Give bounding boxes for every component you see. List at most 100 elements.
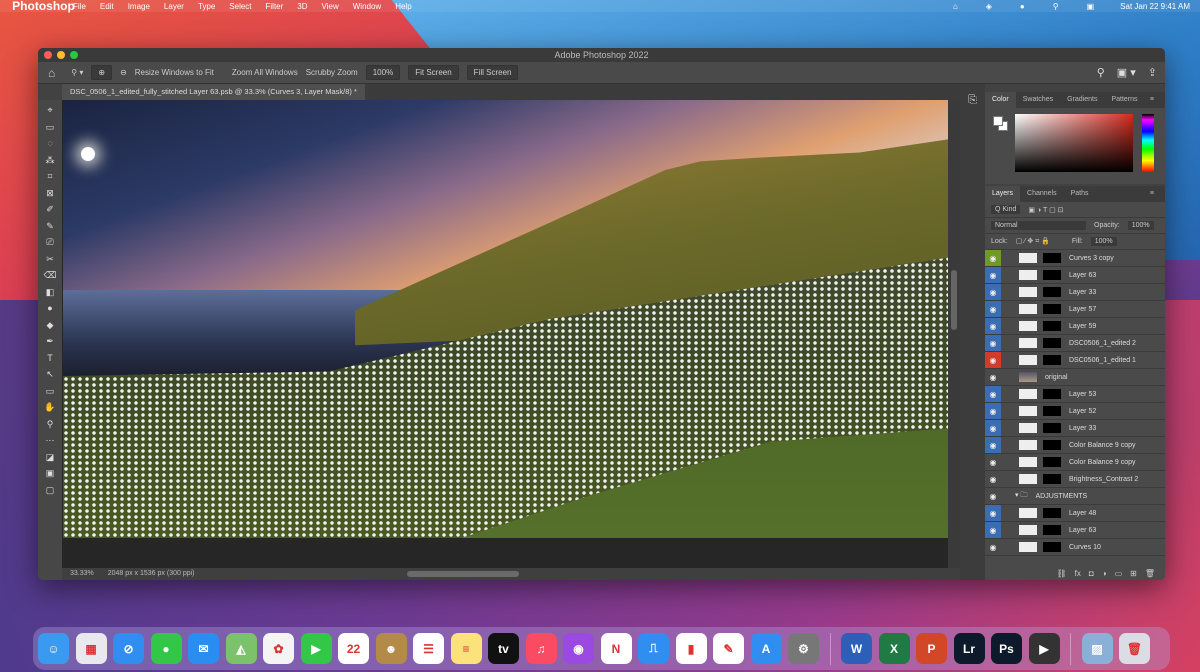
canvas-area[interactable] (62, 100, 948, 568)
zoom-tool-preset[interactable]: ⚲ ▾ (71, 68, 83, 77)
tool-icon[interactable]: ◪ (46, 451, 55, 464)
tool-icon[interactable]: ✒ (46, 335, 54, 348)
dock-messages[interactable]: ● (150, 633, 182, 664)
filter-kind-select[interactable]: Q Kind (991, 205, 1021, 214)
tool-icon[interactable]: ◆ (47, 319, 54, 332)
visibility-eye-icon[interactable]: ◉ (985, 522, 1001, 538)
tool-icon[interactable]: ⌖ (47, 104, 52, 117)
dock-lightroom[interactable]: Lr (953, 633, 985, 664)
tool-icon[interactable]: ⎚ (46, 236, 53, 249)
menu-layer[interactable]: Layer (164, 2, 184, 11)
tool-icon[interactable]: ⌫ (44, 269, 57, 282)
tool-icon[interactable]: ✐ (46, 203, 54, 216)
layer-name[interactable]: Layer 63 (1069, 272, 1096, 279)
tool-icon[interactable]: ● (47, 302, 52, 315)
visibility-eye-icon[interactable]: ◉ (985, 267, 1001, 283)
layer-action-icon[interactable]: ⛓ (1057, 569, 1067, 578)
history-panel-icon[interactable]: ⎘ (960, 84, 985, 580)
visibility-eye-icon[interactable]: ◉ (985, 352, 1001, 368)
layer-row[interactable]: ◉ Color Balance 9 copy (985, 437, 1165, 454)
visibility-eye-icon[interactable]: ◉ (985, 369, 1001, 385)
zoom-button[interactable] (70, 51, 78, 59)
layer-row[interactable]: ◉ Layer 52 (985, 403, 1165, 420)
zoom-in-icon[interactable]: ⊕ (91, 65, 113, 80)
scrubby-zoom-checkbox[interactable]: Scrubby Zoom (306, 68, 358, 77)
dock-numbers[interactable]: ▮ (675, 633, 707, 664)
visibility-eye-icon[interactable]: ◉ (985, 454, 1001, 470)
layer-action-icon[interactable]: ◑ (1102, 569, 1107, 578)
panel-menu-icon[interactable]: ≡ (1143, 186, 1161, 202)
layer-name[interactable]: Layer 52 (1069, 408, 1096, 415)
tab-paths[interactable]: Paths (1064, 186, 1096, 202)
hue-slider[interactable] (1142, 114, 1154, 172)
visibility-eye-icon[interactable]: ◉ (985, 250, 1001, 266)
status-icon[interactable]: ⌂ (953, 2, 958, 11)
visibility-eye-icon[interactable]: ◉ (985, 335, 1001, 351)
menu-window[interactable]: Window (353, 2, 381, 11)
layer-action-icon[interactable]: 🗑 (1145, 569, 1155, 578)
layer-name[interactable]: Layer 57 (1069, 306, 1096, 313)
layer-action-icon[interactable]: ▭ (1115, 569, 1123, 578)
layer-name[interactable]: Curves 3 copy (1069, 255, 1114, 262)
dock-system-preferences[interactable]: ⚙ (788, 633, 819, 664)
close-button[interactable] (44, 51, 52, 59)
tool-icon[interactable]: ◧ (46, 286, 55, 299)
tab-patterns[interactable]: Patterns (1104, 92, 1144, 108)
layer-name[interactable]: Curves 10 (1069, 544, 1101, 551)
layer-name[interactable]: DSC0506_1_edited 1 (1069, 357, 1136, 364)
layer-name[interactable]: Color Balance 9 copy (1069, 442, 1136, 449)
menu-type[interactable]: Type (198, 2, 215, 11)
dock-maps[interactable]: ◭ (225, 633, 257, 664)
layer-action-icon[interactable]: ◘ (1089, 569, 1094, 578)
tab-color[interactable]: Color (985, 92, 1016, 108)
dock-final-cut-pro[interactable]: ▶ (1028, 633, 1060, 664)
layer-row[interactable]: ◉ DSC0506_1_edited 1 (985, 352, 1165, 369)
layer-row[interactable]: ◉ DSC0506_1_edited 2 (985, 335, 1165, 352)
layer-name[interactable]: Layer 48 (1069, 510, 1096, 517)
layer-row[interactable]: ◉ Layer 59 (985, 318, 1165, 335)
share-icon[interactable]: ⇪ (1148, 66, 1157, 79)
layer-row[interactable]: ◉ Brightness_Contrast 2 (985, 471, 1165, 488)
visibility-eye-icon[interactable]: ◉ (985, 318, 1001, 334)
tool-icon[interactable]: T (47, 352, 53, 365)
menu-file[interactable]: File (73, 2, 86, 11)
dock-mail[interactable]: ✉ (188, 633, 219, 664)
tool-icon[interactable]: ⁂ (46, 154, 55, 167)
layer-row[interactable]: ◉ Layer 33 (985, 420, 1165, 437)
workspace-icon[interactable]: ▣ ▾ (1117, 66, 1136, 79)
dock-trash[interactable]: 🗑 (1119, 633, 1150, 664)
dock-preview[interactable]: ▨ (1081, 633, 1113, 664)
tab-channels[interactable]: Channels (1020, 186, 1064, 202)
tab-layers[interactable]: Layers (985, 186, 1021, 202)
visibility-eye-icon[interactable]: ◉ (985, 284, 1001, 300)
layer-row[interactable]: ◉ Layer 57 (985, 301, 1165, 318)
filter-icons[interactable]: ▣ ◑ T ▢ ⊡ (1028, 206, 1063, 214)
tool-icon[interactable]: ↖ (46, 368, 54, 381)
color-field[interactable] (1015, 114, 1133, 172)
layer-row[interactable]: ◉ Curves 3 copy (985, 250, 1165, 267)
visibility-eye-icon[interactable]: ◉ (985, 488, 1001, 504)
tool-icon[interactable]: ▣ (46, 467, 55, 480)
layer-row[interactable]: ◉ original (985, 369, 1165, 386)
dock-reminders[interactable]: ☰ (413, 633, 444, 664)
visibility-eye-icon[interactable]: ◉ (985, 386, 1001, 402)
menu-help[interactable]: Help (395, 2, 411, 11)
fill-screen-button[interactable]: Fill Screen (466, 65, 519, 80)
menu-select[interactable]: Select (229, 2, 251, 11)
dock-calendar[interactable]: 22 (338, 633, 369, 664)
zoom-level[interactable]: 33.33% (70, 570, 94, 577)
visibility-eye-icon[interactable]: ◉ (985, 471, 1001, 487)
layer-row[interactable]: ◉ Layer 48 (985, 505, 1165, 522)
status-icon[interactable]: ⚲ (1053, 2, 1059, 11)
panel-menu-icon[interactable]: ≡ (1143, 92, 1161, 108)
dock-keynote[interactable]: ⎍ (638, 633, 669, 664)
100-percent-button[interactable]: 100% (365, 65, 401, 80)
dock-tv[interactable]: tv (488, 633, 519, 664)
layer-name[interactable]: Layer 33 (1069, 425, 1096, 432)
layer-name[interactable]: Brightness_Contrast 2 (1069, 476, 1138, 483)
fit-screen-button[interactable]: Fit Screen (408, 65, 459, 80)
home-icon[interactable]: ⌂ (48, 66, 55, 80)
dock-safari[interactable]: ⊘ (113, 633, 144, 664)
layer-name[interactable]: Layer 53 (1069, 391, 1096, 398)
visibility-eye-icon[interactable]: ◉ (985, 420, 1001, 436)
